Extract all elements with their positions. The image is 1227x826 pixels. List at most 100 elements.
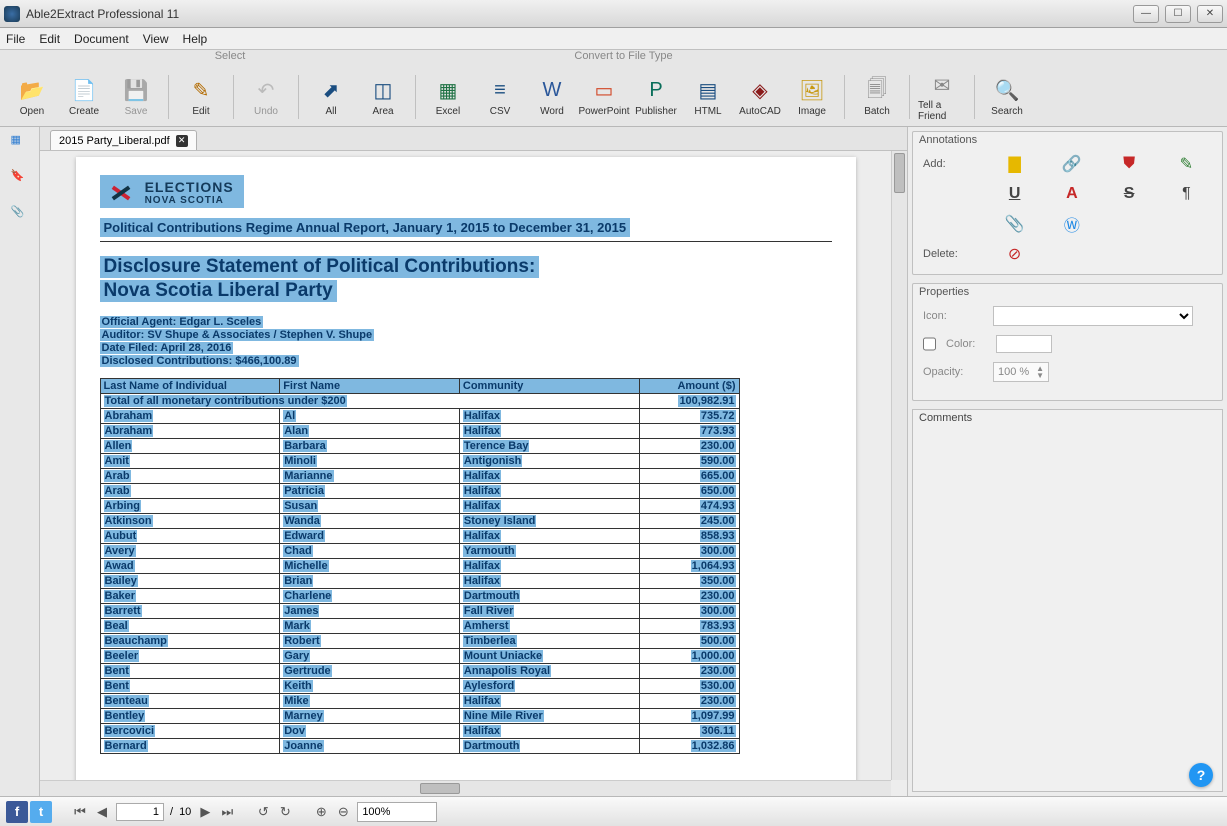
undo-button: ↶Undo: [242, 71, 290, 123]
twitter-icon[interactable]: t: [30, 801, 52, 823]
next-page-button[interactable]: ▶: [197, 804, 213, 820]
convert-image-button[interactable]: 🖼Image: [788, 71, 836, 123]
csv-icon: ≡: [487, 78, 513, 104]
attachment-icon[interactable]: 📎: [1004, 214, 1026, 234]
convert-html-button[interactable]: ▤HTML: [684, 71, 732, 123]
tab-close-button[interactable]: ✕: [176, 135, 188, 147]
table-row: BealMarkAmherst783.93: [100, 619, 739, 634]
table-row: BakerCharleneDartmouth230.00: [100, 589, 739, 604]
rotate-cw-button[interactable]: ↻: [277, 804, 293, 820]
link-icon[interactable]: 🔗: [1061, 154, 1083, 174]
menu-edit[interactable]: Edit: [39, 32, 60, 46]
table-row: ArbingSusanHalifax474.93: [100, 499, 739, 514]
create-button[interactable]: 📄Create: [60, 71, 108, 123]
disclosure-heading-2: Nova Scotia Liberal Party: [100, 280, 337, 302]
toolbar-group-select-label: Select: [0, 50, 260, 68]
envelope-icon: ✉: [929, 72, 955, 98]
batch-icon: 🗐: [864, 78, 890, 104]
prop-color-swatch[interactable]: [996, 335, 1052, 353]
select-area-button[interactable]: ◫Area: [359, 71, 407, 123]
vertical-scrollbar[interactable]: [891, 151, 907, 780]
prop-color-label: Color:: [946, 338, 986, 350]
table-row: BentKeithAylesford530.00: [100, 679, 739, 694]
document-tab[interactable]: 2015 Party_Liberal.pdf ✕: [50, 130, 197, 150]
table-row: BarrettJamesFall River300.00: [100, 604, 739, 619]
convert-word-button[interactable]: WWord: [528, 71, 576, 123]
menu-file[interactable]: File: [6, 32, 25, 46]
last-page-button[interactable]: ⏭: [219, 804, 235, 820]
highlighter-icon[interactable]: ✎: [1175, 154, 1197, 174]
close-button[interactable]: ✕: [1197, 5, 1223, 23]
menu-view[interactable]: View: [143, 32, 169, 46]
edit-button[interactable]: ✎Edit: [177, 71, 225, 123]
app-icon: [4, 6, 20, 22]
convert-publisher-button[interactable]: PPublisher: [632, 71, 680, 123]
menu-help[interactable]: Help: [183, 32, 208, 46]
document-viewport[interactable]: ELECTIONS NOVA SCOTIA Political Contribu…: [40, 151, 891, 780]
table-row: BeauchampRobertTimberlea500.00: [100, 634, 739, 649]
convert-powerpoint-button[interactable]: ▭PowerPoint: [580, 71, 628, 123]
batch-button[interactable]: 🗐Batch: [853, 71, 901, 123]
pdf-page: ELECTIONS NOVA SCOTIA Political Contribu…: [76, 157, 856, 780]
toolbar: Select Convert to File Type 📂Open 📄Creat…: [0, 50, 1227, 127]
facebook-icon[interactable]: f: [6, 801, 28, 823]
folder-open-icon: 📂: [19, 78, 45, 104]
page-number-input[interactable]: [116, 803, 164, 821]
help-button[interactable]: ?: [1189, 763, 1213, 787]
bookmarks-icon[interactable]: 🔖: [11, 169, 29, 187]
watermark-icon[interactable]: Ⓦ: [1061, 214, 1083, 234]
zoom-out-button[interactable]: ⊖: [335, 804, 351, 820]
document-meta: Official Agent: Edgar L. Sceles Auditor:…: [100, 316, 832, 368]
zoom-select[interactable]: [357, 802, 437, 822]
word-icon: W: [539, 78, 565, 104]
underline-icon[interactable]: U: [1004, 184, 1026, 204]
prop-color-checkbox[interactable]: [923, 334, 936, 354]
toolbar-group-convert-label: Convert to File Type: [260, 50, 1227, 68]
comments-title: Comments: [913, 410, 1222, 426]
convert-autocad-button[interactable]: ◈AutoCAD: [736, 71, 784, 123]
menu-document[interactable]: Document: [74, 32, 129, 46]
first-page-button[interactable]: ⏮: [72, 804, 88, 820]
table-total-row: Total of all monetary contributions unde…: [100, 394, 739, 409]
publisher-icon: P: [643, 78, 669, 104]
horizontal-scrollbar[interactable]: [40, 780, 891, 796]
table-row: ArabPatriciaHalifax650.00: [100, 484, 739, 499]
thumbnails-icon[interactable]: ▦: [11, 133, 29, 151]
strikethrough-icon[interactable]: S: [1118, 184, 1140, 204]
paragraph-icon[interactable]: ¶: [1175, 184, 1197, 204]
table-row: AtkinsonWandaStoney Island245.00: [100, 514, 739, 529]
table-row: ArabMarianneHalifax665.00: [100, 469, 739, 484]
stamp-icon[interactable]: ⛊: [1118, 154, 1140, 174]
delete-annotation-icon[interactable]: ⊘: [1004, 244, 1026, 264]
table-row: AllenBarbaraTerence Bay230.00: [100, 439, 739, 454]
tab-filename: 2015 Party_Liberal.pdf: [59, 135, 170, 147]
zoom-in-button[interactable]: ⊕: [313, 804, 329, 820]
image-icon: 🖼: [799, 78, 825, 104]
sticky-note-icon[interactable]: ▇: [1004, 154, 1026, 174]
select-all-button[interactable]: ⬈All: [307, 71, 355, 123]
prop-opacity-spinner[interactable]: 100 %▲▼: [993, 362, 1049, 382]
maximize-button[interactable]: ☐: [1165, 5, 1191, 23]
annotations-title: Annotations: [913, 132, 1222, 148]
left-sidebar: ▦ 🔖 📎: [0, 127, 40, 796]
table-row: BernardJoanneDartmouth1,032.86: [100, 739, 739, 754]
prop-icon-select[interactable]: [993, 306, 1193, 326]
table-row: BenteauMikeHalifax230.00: [100, 694, 739, 709]
table-row: AmitMinoliAntigonish590.00: [100, 454, 739, 469]
convert-csv-button[interactable]: ≡CSV: [476, 71, 524, 123]
text-color-icon[interactable]: A: [1061, 184, 1083, 204]
search-button[interactable]: 🔍Search: [983, 71, 1031, 123]
open-button[interactable]: 📂Open: [8, 71, 56, 123]
prop-icon-label: Icon:: [923, 310, 983, 322]
prev-page-button[interactable]: ◀: [94, 804, 110, 820]
tell-friend-button[interactable]: ✉Tell a Friend: [918, 71, 966, 123]
table-row: AwadMichelleHalifax1,064.93: [100, 559, 739, 574]
minimize-button[interactable]: —: [1133, 5, 1159, 23]
report-title: Political Contributions Regime Annual Re…: [100, 218, 631, 237]
convert-excel-button[interactable]: ▦Excel: [424, 71, 472, 123]
attachments-icon[interactable]: 📎: [11, 205, 29, 223]
autocad-icon: ◈: [747, 78, 773, 104]
rotate-ccw-button[interactable]: ↺: [255, 804, 271, 820]
elections-logo-icon: [106, 180, 136, 206]
prop-opacity-label: Opacity:: [923, 366, 983, 378]
